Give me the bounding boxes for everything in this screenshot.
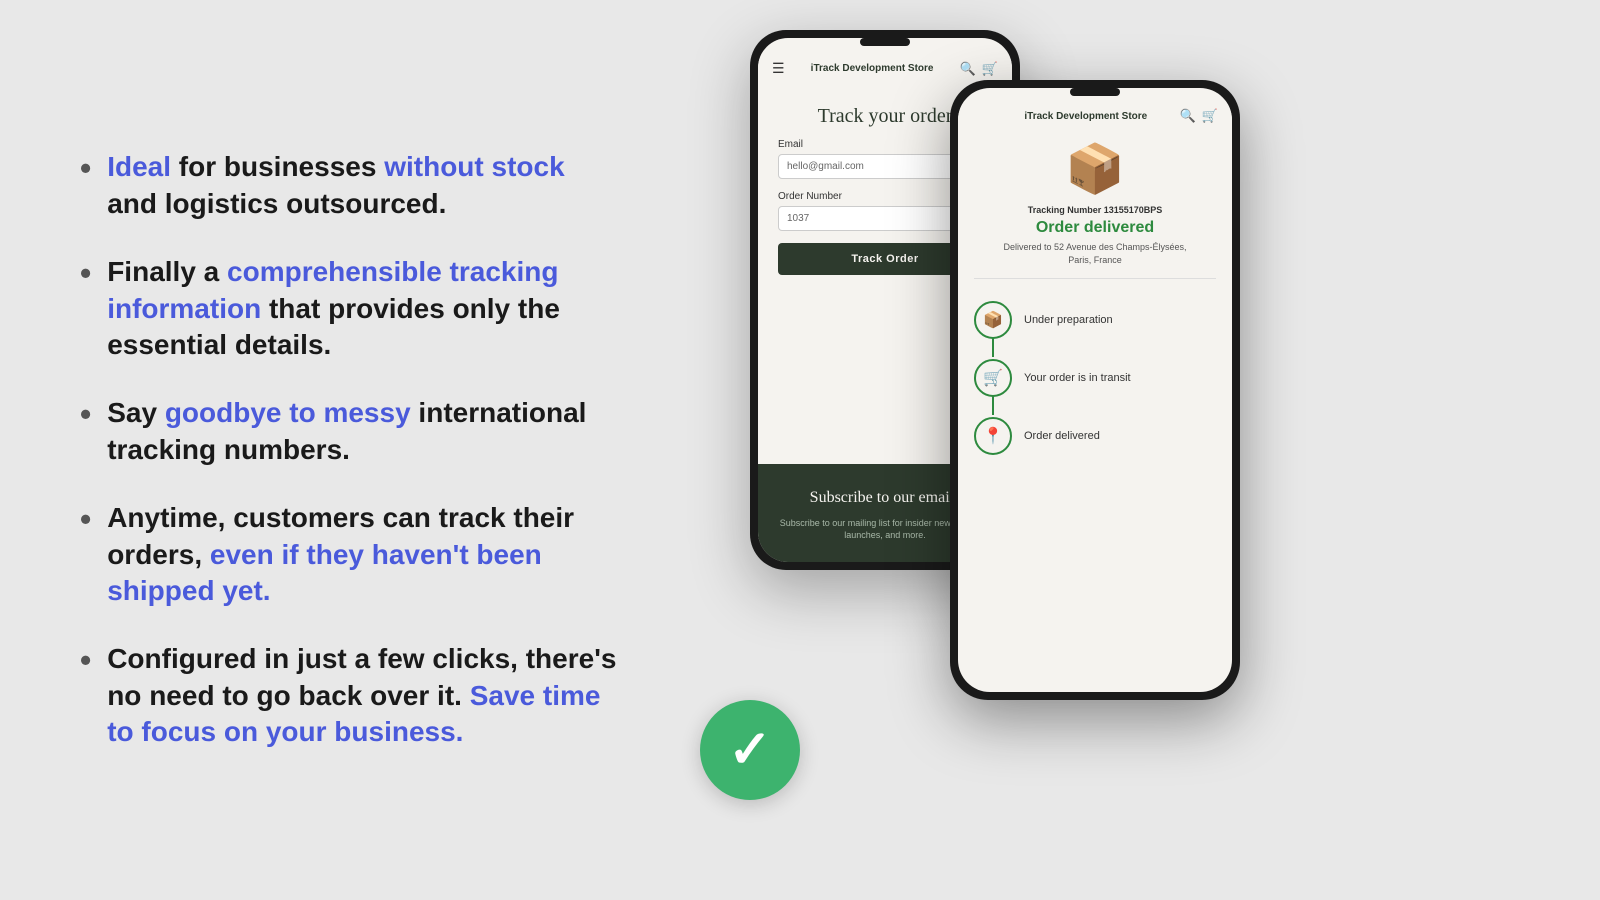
features-panel: • Ideal for businesses without stockand … — [0, 89, 720, 810]
highlight-goodbye: goodbye to messy — [165, 397, 411, 428]
phones-panel: ☰ iTrack Development Store 🔍 🛒 Track you… — [720, 0, 1600, 900]
preparation-icon: 📦 — [983, 310, 1003, 330]
timeline-icon-preparation: 📦 — [974, 301, 1012, 339]
search-icon[interactable]: 🔍 — [960, 61, 976, 77]
bullet-text-4: Anytime, customers can track theirorders… — [107, 500, 574, 609]
bullet-dot-3: • — [80, 395, 91, 433]
phone-2-header-icons: 🔍 🛒 — [1180, 108, 1218, 124]
phone-2-screen: iTrack Development Store 🔍 🛒 📦 Tracking … — [958, 88, 1232, 692]
bullet-dot-1: • — [80, 149, 91, 187]
timeline-item-preparation: 📦 Under preparation — [974, 291, 1216, 349]
bullet-dot-4: • — [80, 500, 91, 538]
highlight-tracking: comprehensible trackinginformation — [107, 256, 558, 323]
order-timeline: 📦 Under preparation 🛒 Your order is in t… — [958, 279, 1232, 477]
bullet-text-2: Finally a comprehensible trackinginforma… — [107, 254, 560, 363]
hamburger-icon[interactable]: ☰ — [772, 60, 785, 77]
transit-label: Your order is in transit — [1024, 372, 1131, 384]
timeline-item-transit: 🛒 Your order is in transit — [974, 349, 1216, 407]
highlight-save-time: Save timeto focus on your business. — [107, 680, 600, 747]
delivery-address: Delivered to 52 Avenue des Champs-Élysée… — [974, 241, 1216, 266]
checkmark-icon: ✓ — [728, 724, 772, 776]
phone-1-brand: iTrack Development Store — [785, 62, 960, 75]
bullet-dot-5: • — [80, 641, 91, 679]
cart-icon[interactable]: 🛒 — [982, 61, 998, 77]
cart-icon-2[interactable]: 🛒 — [1202, 108, 1218, 124]
bullet-text-3: Say goodbye to messy internationaltracki… — [107, 395, 586, 468]
bullet-item-3: • Say goodbye to messy internationaltrac… — [80, 395, 640, 468]
highlight-shipped: even if they haven't beenshipped yet. — [107, 539, 542, 606]
timeline-item-delivered: 📍 Order delivered — [974, 407, 1216, 465]
search-icon-2[interactable]: 🔍 — [1180, 108, 1196, 124]
phone-2-notch — [1070, 88, 1120, 96]
bullet-text-5: Configured in just a few clicks, there's… — [107, 641, 616, 750]
phone-1-notch — [860, 38, 910, 46]
order-delivered-section: 📦 Tracking Number 13155170BPS Order deli… — [958, 128, 1232, 278]
phone-2-header: iTrack Development Store 🔍 🛒 — [958, 100, 1232, 128]
order-delivered-status: Order delivered — [974, 219, 1216, 237]
checkmark-badge: ✓ — [700, 700, 800, 800]
bullet-dot-2: • — [80, 254, 91, 292]
tracking-number: Tracking Number 13155170BPS — [974, 205, 1216, 215]
phone-1-header: ☰ iTrack Development Store 🔍 🛒 — [758, 50, 1012, 83]
transit-icon: 🛒 — [983, 368, 1003, 388]
phone-2-device: iTrack Development Store 🔍 🛒 📦 Tracking … — [950, 80, 1240, 700]
bullet-item-4: • Anytime, customers can track theirorde… — [80, 500, 640, 609]
highlight-ideal: Ideal — [107, 151, 171, 182]
preparation-label: Under preparation — [1024, 314, 1113, 326]
timeline-icon-delivered: 📍 — [974, 417, 1012, 455]
phone-2-brand: iTrack Development Store — [992, 110, 1180, 123]
bullet-item-5: • Configured in just a few clicks, there… — [80, 641, 640, 750]
highlight-without-stock: without stock — [384, 151, 564, 182]
delivered-label: Order delivered — [1024, 430, 1100, 442]
bullet-text-1: Ideal for businesses without stockand lo… — [107, 149, 564, 222]
bullet-item-2: • Finally a comprehensible trackinginfor… — [80, 254, 640, 363]
delivered-icon: 📍 — [983, 426, 1003, 446]
phone-1-header-icons: 🔍 🛒 — [960, 61, 998, 77]
bullet-item-1: • Ideal for businesses without stockand … — [80, 149, 640, 222]
package-icon: 📦 — [974, 140, 1216, 197]
timeline-icon-transit: 🛒 — [974, 359, 1012, 397]
